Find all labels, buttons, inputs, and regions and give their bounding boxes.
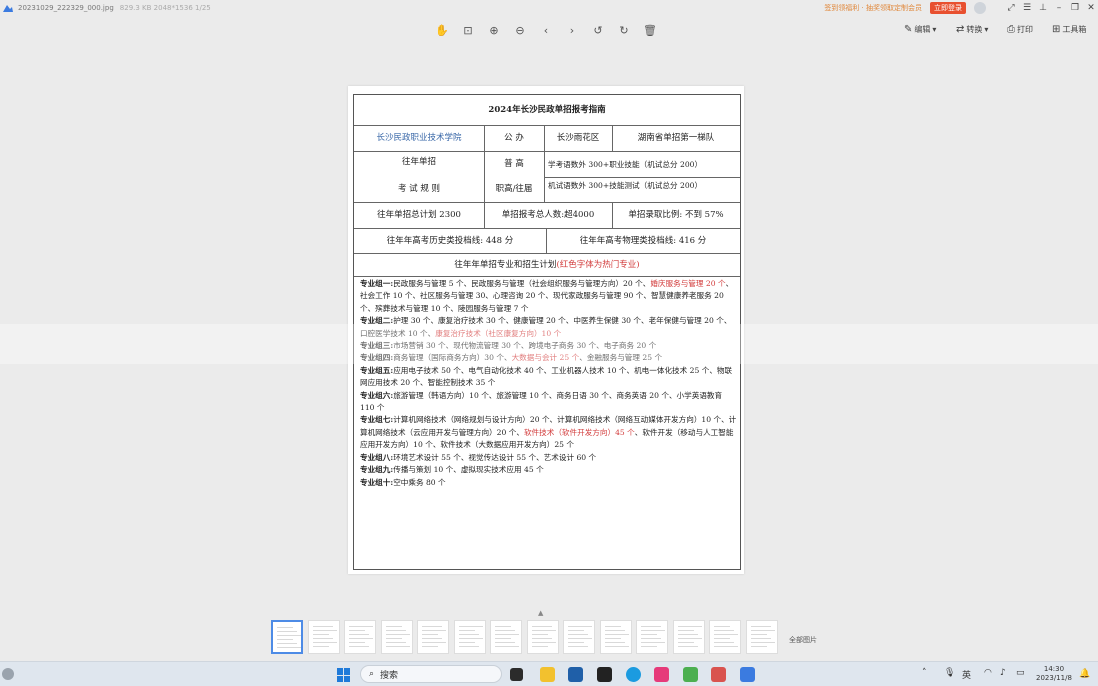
fullscreen-icon[interactable]: ⤢	[1004, 1, 1018, 15]
hand-tool-icon[interactable]: ✋	[434, 22, 450, 38]
convert-menu[interactable]: ⇄ 转换 ▾	[956, 24, 988, 35]
thumbnail-item[interactable]	[672, 620, 705, 654]
zoom-in-icon[interactable]: ⊕	[486, 22, 502, 38]
battery-icon[interactable]: ▭	[1016, 668, 1025, 678]
plan-total: 往年单招总计划 2300	[377, 210, 461, 221]
thumbnail-item[interactable]	[563, 620, 595, 654]
edit-icon: ✎	[904, 24, 913, 35]
major-group-item: 专业组九:传播与策划 10 个、虚拟现实技术应用 45 个	[360, 465, 544, 475]
notification-icon[interactable]: 🔔	[1079, 669, 1090, 679]
rules-line-2: 考 试 规 则	[397, 183, 441, 194]
zoom-out-icon[interactable]: ⊖	[512, 22, 528, 38]
app-s-icon[interactable]	[597, 667, 612, 682]
school-name: 长沙民政职业技术学院	[376, 133, 462, 144]
thumbnail-item[interactable]	[490, 620, 522, 654]
expand-thumbnails-icon[interactable]: ▲	[538, 609, 543, 617]
thumbnail-item[interactable]	[271, 620, 303, 654]
print-button[interactable]: ⎙ 打印	[1007, 24, 1033, 35]
file-meta: 829.3 KB 2048*1536 1/25	[119, 4, 211, 12]
search-icon: ⌕	[369, 669, 375, 679]
title-bar: 20231029_222329_000.jpg 829.3 KB 2048*15…	[0, 0, 1098, 16]
toolbox-button[interactable]: ⊞ 工具箱	[1052, 24, 1086, 35]
printer-icon: ⎙	[1007, 24, 1015, 35]
thumbnail-item[interactable]	[636, 620, 668, 654]
store-icon[interactable]	[568, 667, 583, 682]
thumbnail-item[interactable]	[709, 620, 741, 654]
microphone-icon[interactable]: 🎙	[944, 668, 955, 678]
actual-size-icon[interactable]: ⊡	[460, 22, 476, 38]
pin-icon[interactable]: ⊥	[1036, 1, 1050, 15]
plan-header: 往年年单招专业和招生计划 (红色字体为热门专业)	[454, 259, 640, 270]
page-title: 2024年长沙民政单招报考指南	[488, 104, 606, 115]
thumbnail-item[interactable]	[417, 620, 449, 654]
promo-banner[interactable]: 签到领福利 · 抽奖领取定制会员	[824, 3, 922, 13]
thumbnail-item[interactable]	[745, 620, 778, 654]
rotate-right-icon[interactable]: ↻	[616, 22, 632, 38]
thumbnail-item[interactable]	[526, 620, 559, 654]
taskbar-search[interactable]: ⌕ 搜索	[360, 665, 502, 683]
weather-widget-icon[interactable]	[2, 668, 14, 680]
hot-major: 婚庆服务与管理 20 个	[650, 279, 726, 288]
ownership: 公 办	[504, 133, 524, 144]
all-images-button[interactable]: 全部图片	[789, 635, 817, 645]
ime-indicator[interactable]: 英	[962, 668, 971, 681]
track-vocational-rule: 机试语数外 300+技能测试（机试总分 200）	[548, 181, 703, 191]
edit-menu[interactable]: ✎ 编辑 ▾	[904, 24, 936, 35]
hot-major: 软件技术（软件开发方向）45 个	[523, 427, 635, 437]
photo-viewer-icon	[3, 5, 13, 12]
previous-icon[interactable]: ‹	[538, 22, 554, 38]
tier: 湖南省单招第一梯队	[637, 133, 715, 144]
applicants-total: 单招报考总人数:超4000	[501, 210, 595, 221]
grid-icon: ⊞	[1052, 24, 1061, 35]
major-group-item: 专业组六:旅游管理（韩语方向）10 个、旅游管理 10 个、商务日语 30 个、…	[360, 390, 723, 413]
avatar[interactable]	[974, 2, 986, 14]
windows-taskbar: ⌕ 搜索 ˄ 🎙 英 ◠ ♪ ▭ 14:30 2023/11/8 🔔	[0, 661, 1098, 686]
app-grid-icon[interactable]	[683, 667, 698, 682]
edge-icon[interactable]	[626, 667, 641, 682]
chevron-down-icon: ▾	[932, 25, 937, 34]
district: 长沙雨花区	[556, 133, 600, 144]
task-view-icon[interactable]	[510, 668, 523, 681]
rotate-left-icon[interactable]: ↺	[590, 22, 606, 38]
history-cutoff: 往年年高考历史类投档线: 448 分	[386, 235, 514, 246]
taskbar-clock[interactable]: 14:30 2023/11/8	[1036, 665, 1072, 683]
major-group-list: 专业组一:民政服务与管理 5 个、民政服务与管理（社会组织服务与管理方向）20 …	[360, 278, 738, 489]
app-red-icon[interactable]	[711, 667, 726, 682]
volume-icon[interactable]: ♪	[1000, 668, 1006, 678]
wifi-icon[interactable]: ◠	[984, 668, 992, 678]
restore-icon[interactable]: ❐	[1068, 1, 1082, 15]
track-general: 普 高	[504, 159, 524, 170]
physics-cutoff: 往年年高考物理类投档线: 416 分	[579, 235, 707, 246]
photo-viewer-taskbar-icon[interactable]	[740, 667, 755, 682]
thumbnail-item[interactable]	[599, 620, 632, 654]
rules-line-1: 往年单招	[401, 156, 436, 167]
app-pink-icon[interactable]	[654, 667, 669, 682]
plan-header-note: (红色字体为热门专业)	[556, 259, 640, 270]
thumbnail-item[interactable]	[453, 620, 486, 654]
minimize-icon[interactable]: –	[1052, 1, 1066, 15]
major-group-item: 专业组一:民政服务与管理 5 个、民政服务与管理（社会组织服务与管理方向）20 …	[360, 279, 734, 313]
menu-icon[interactable]: ☰	[1020, 1, 1034, 15]
thumbnail-item[interactable]	[307, 620, 340, 654]
next-icon[interactable]: ›	[564, 22, 580, 38]
thumbnail-item[interactable]	[380, 620, 413, 654]
major-group-item: 专业组十:空中乘务 80 个	[360, 477, 446, 487]
blur-overlay	[0, 314, 1098, 374]
track-general-rule: 学考语数外 300+职业技能（机试总分 200）	[548, 159, 703, 169]
track-vocational: 职高/往届	[495, 184, 533, 195]
close-icon[interactable]: ✕	[1084, 1, 1098, 15]
thumbnail-item[interactable]	[344, 620, 376, 654]
chevron-down-icon: ▾	[984, 25, 989, 34]
major-group-item: 专业组七:计算机网络技术（网络规划与设计方向）20 个、计算机网络技术（网络互动…	[360, 415, 737, 450]
admission-ratio: 单招录取比例: 不到 57%	[628, 210, 724, 221]
major-group-item: 专业组八:环境艺术设计 55 个、视觉传达设计 55 个、艺术设计 60 个	[360, 452, 597, 462]
tray-overflow-icon[interactable]: ˄	[922, 668, 927, 678]
file-name: 20231029_222329_000.jpg	[18, 4, 114, 12]
windows-start-icon[interactable]	[337, 668, 351, 682]
file-explorer-icon[interactable]	[540, 667, 555, 682]
image-toolbar: ✋ ⊡ ⊕ ⊖ ‹ › ↺ ↻ 🗑 ✎ 编辑 ▾ ⇄ 转换 ▾ ⎙ 打印 ⊞ 工具箱	[0, 18, 1098, 44]
login-button[interactable]: 立即登录	[930, 2, 966, 14]
delete-icon[interactable]: 🗑	[642, 22, 658, 38]
convert-icon: ⇄	[956, 24, 965, 35]
